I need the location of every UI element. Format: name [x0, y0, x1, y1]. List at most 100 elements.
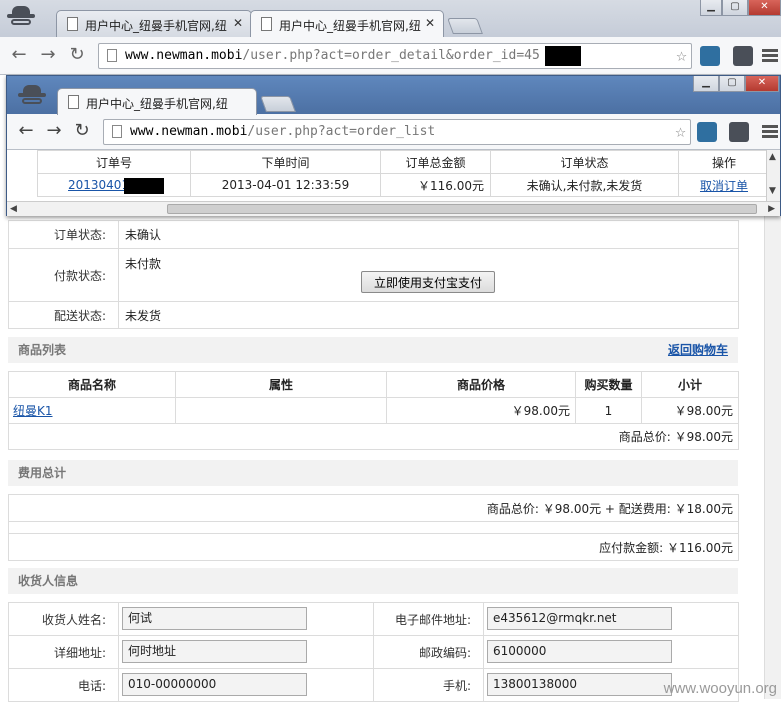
- close-tab-icon[interactable]: ✕: [233, 16, 243, 30]
- maximize-button[interactable]: ▢: [722, 0, 748, 16]
- scroll-up-icon[interactable]: ▲: [769, 152, 776, 162]
- incognito-profile-icon[interactable]: [729, 122, 749, 142]
- goods-header-name: 商品名称: [9, 372, 176, 398]
- email-field[interactable]: e435612@rmqkr.net: [487, 607, 672, 630]
- goods-header-attr: 属性: [176, 372, 387, 398]
- outer-tab-2[interactable]: 用户中心_纽曼手机官网,纽 ✕: [250, 10, 444, 37]
- close-tab-icon[interactable]: ✕: [425, 16, 435, 30]
- popup-tab[interactable]: 用户中心_纽曼手机官网,纽: [57, 88, 257, 115]
- zip-field[interactable]: 6100000: [487, 640, 672, 663]
- order-status-value: 未确认: [119, 221, 739, 249]
- url-path: /user.php?act=order_detail&order_id=45: [242, 48, 539, 63]
- new-tab-button[interactable]: [447, 18, 483, 34]
- email-label: 电子邮件地址:: [374, 603, 484, 636]
- back-icon[interactable]: ←: [8, 44, 30, 66]
- goods-qty: 1: [576, 398, 642, 424]
- close-window-button[interactable]: ✕: [745, 76, 779, 92]
- goods-header-subtotal: 小计: [642, 372, 739, 398]
- address-field[interactable]: 何时地址: [122, 640, 307, 663]
- forward-icon[interactable]: →: [37, 44, 59, 66]
- alipay-pay-button[interactable]: 立即使用支付宝支付: [361, 271, 495, 293]
- order-time: 2013-04-01 12:33:59: [191, 174, 381, 197]
- goods-total: 商品总价: ￥98.00元: [9, 424, 739, 450]
- menu-icon[interactable]: [762, 49, 778, 64]
- zip-label: 邮政编码:: [374, 636, 484, 669]
- phone-field[interactable]: 010-00000000: [122, 673, 307, 696]
- tab-title: 用户中心_纽曼手机官网,纽: [86, 97, 228, 111]
- order-id-link[interactable]: 20130401: [68, 178, 129, 192]
- bookmark-star-icon[interactable]: ☆: [675, 120, 686, 144]
- page-icon: [107, 49, 117, 62]
- tab-title: 用户中心_纽曼手机官网,纽: [279, 19, 421, 33]
- page-icon: [67, 17, 78, 31]
- redaction-bar: [124, 178, 164, 194]
- pay-status-label: 付款状态:: [9, 249, 119, 302]
- goods-section-header: 商品列表 返回购物车: [8, 337, 738, 363]
- watermark: www.wooyun.org: [664, 680, 777, 697]
- minimize-button[interactable]: ▁: [700, 0, 722, 16]
- address-label: 详细地址:: [9, 636, 119, 669]
- col-order-time: 下单时间: [191, 151, 381, 174]
- popup-content: 订单号 下单时间 订单总金额 订单状态 操作 20130401 2013-04-…: [7, 150, 780, 216]
- goods-table: 商品名称 属性 商品价格 购买数量 小计 纽曼K1 ￥98.00元 1 ￥98.…: [8, 371, 739, 450]
- url-domain: www.newman.mobi: [125, 48, 242, 63]
- outer-toolbar: ← → ↻ www.newman.mobi/user.php?act=order…: [0, 37, 781, 75]
- outer-tab-1[interactable]: 用户中心_纽曼手机官网,纽 ✕: [56, 10, 252, 37]
- popup-titlebar: 用户中心_纽曼手机官网,纽 ▁ ▢ ✕: [7, 76, 780, 114]
- col-order-id: 订单号: [38, 151, 191, 174]
- popup-address-bar[interactable]: www.newman.mobi/user.php?act=order_list …: [103, 119, 691, 145]
- fees-section-header: 费用总计: [8, 460, 738, 486]
- back-icon[interactable]: ←: [15, 120, 37, 142]
- col-order-status: 订单状态: [491, 151, 679, 174]
- address-bar[interactable]: www.newman.mobi/user.php?act=order_detai…: [98, 43, 692, 69]
- extension-icon[interactable]: [700, 46, 720, 66]
- outer-titlebar: 用户中心_纽曼手机官网,纽 ✕ 用户中心_纽曼手机官网,纽 ✕ ▁ ▢ ✕: [0, 0, 781, 37]
- bookmark-star-icon[interactable]: ☆: [676, 44, 687, 68]
- mobile-field[interactable]: 13800138000: [487, 673, 672, 696]
- scroll-left-icon[interactable]: ◀: [10, 204, 17, 214]
- col-order-amount: 订单总金额: [381, 151, 491, 174]
- col-order-action: 操作: [679, 151, 770, 174]
- page-icon: [261, 17, 272, 31]
- back-to-cart-link[interactable]: 返回购物车: [668, 337, 728, 363]
- fees-summary: 商品总价: ￥98.00元 + 配送费用: ￥18.00元: [9, 495, 739, 522]
- new-tab-button[interactable]: [260, 96, 296, 112]
- ship-status-label: 配送状态:: [9, 302, 119, 329]
- reload-icon[interactable]: ↻: [66, 44, 88, 66]
- popup-browser-window: 用户中心_纽曼手机官网,纽 ▁ ▢ ✕ ← → ↻ www.newman.mob…: [6, 75, 781, 216]
- consignee-section-header: 收货人信息: [8, 568, 738, 594]
- popup-toolbar: ← → ↻ www.newman.mobi/user.php?act=order…: [7, 114, 780, 150]
- scroll-right-icon[interactable]: ▶: [768, 204, 775, 214]
- incognito-icon: [17, 83, 47, 109]
- order-status-label: 订单状态:: [9, 221, 119, 249]
- consignee-name-field[interactable]: 何试: [122, 607, 307, 630]
- fees-table: 商品总价: ￥98.00元 + 配送费用: ￥18.00元 应付款金额: ￥11…: [8, 494, 739, 561]
- tab-title: 用户中心_纽曼手机官网,纽: [85, 19, 227, 33]
- scroll-thumb[interactable]: [167, 204, 757, 214]
- section-title: 商品列表: [18, 343, 66, 357]
- order-status: 未确认,未付款,未发货: [491, 174, 679, 197]
- popup-horizontal-scrollbar[interactable]: ◀ ▶: [7, 201, 780, 216]
- url-domain: www.newman.mobi: [130, 124, 247, 139]
- minimize-button[interactable]: ▁: [693, 76, 719, 92]
- url-path: /user.php?act=order_list: [247, 124, 435, 139]
- product-link[interactable]: 纽曼K1: [13, 404, 53, 418]
- forward-icon[interactable]: →: [43, 120, 65, 142]
- ship-status-value: 未发货: [119, 302, 739, 329]
- goods-attr: [176, 398, 387, 424]
- close-window-button[interactable]: ✕: [748, 0, 781, 16]
- order-amount: ￥116.00元: [381, 174, 491, 197]
- mobile-label: 手机:: [374, 669, 484, 702]
- extension-icon[interactable]: [697, 122, 717, 142]
- goods-price: ￥98.00元: [387, 398, 576, 424]
- incognito-profile-icon[interactable]: [733, 46, 753, 66]
- cancel-order-link[interactable]: 取消订单: [700, 179, 748, 193]
- phone-label: 电话:: [9, 669, 119, 702]
- maximize-button[interactable]: ▢: [719, 76, 745, 92]
- scroll-down-icon[interactable]: ▼: [769, 186, 776, 196]
- page-scrollbar[interactable]: [764, 216, 781, 699]
- popup-vertical-scrollbar[interactable]: ▲ ▼: [766, 150, 780, 201]
- reload-icon[interactable]: ↻: [71, 120, 93, 142]
- menu-icon[interactable]: [762, 125, 778, 140]
- consignee-name-label: 收货人姓名:: [9, 603, 119, 636]
